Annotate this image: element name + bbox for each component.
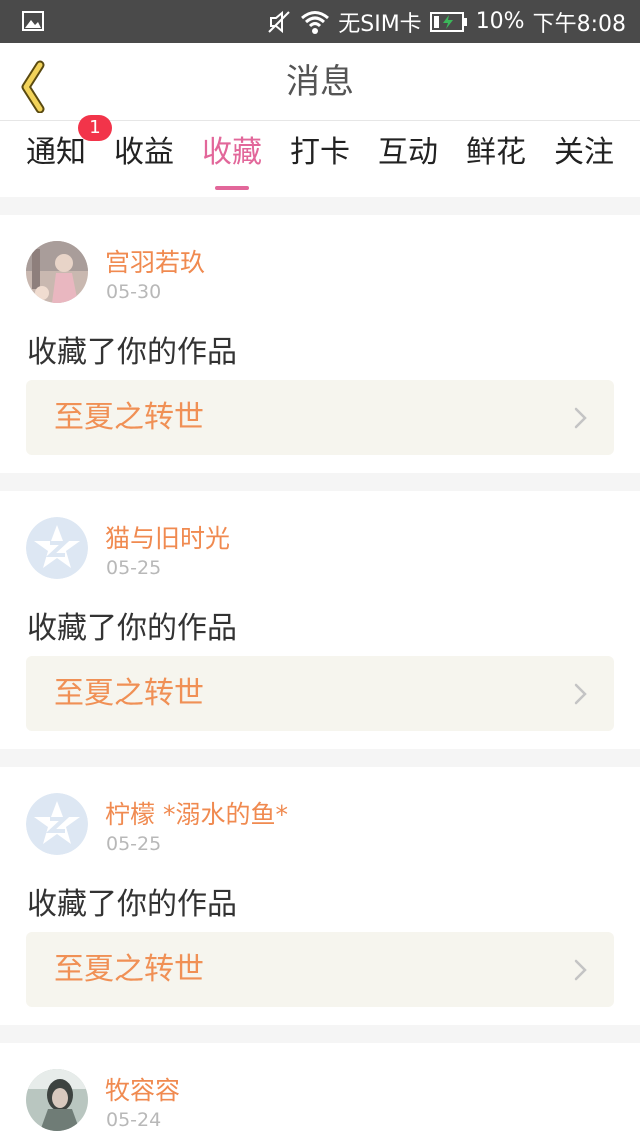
avatar[interactable] [26, 517, 88, 579]
action-text: 收藏了你的作品 [27, 887, 237, 922]
page-title: 消息 [286, 62, 354, 102]
work-link[interactable]: 至夏之转世 [26, 656, 614, 731]
username[interactable]: 猫与旧时光 [105, 519, 230, 555]
message-date: 05-25 [106, 557, 162, 579]
work-title: 至夏之转世 [54, 676, 204, 711]
tab-label: 打卡 [290, 135, 350, 170]
tab-earnings[interactable]: 收益 [100, 131, 188, 187]
sim-status: 无SIM卡 [338, 11, 422, 37]
work-title: 至夏之转世 [54, 952, 204, 987]
status-bar: 无SIM卡 10% 下午8:08 [0, 0, 640, 43]
photo-avatar-icon [26, 241, 88, 303]
work-link[interactable]: 至夏之转世 [26, 932, 614, 1007]
tab-label: 关注 [554, 135, 614, 170]
username[interactable]: 宫羽若玖 [105, 243, 205, 279]
avatar[interactable] [26, 793, 88, 855]
avatar[interactable] [26, 1069, 88, 1131]
message-card: 柠檬 *溺水的鱼* 05-25 收藏了你的作品 至夏之转世 [0, 767, 640, 1025]
gallery-notification-icon [22, 11, 44, 31]
active-tab-indicator [215, 186, 249, 190]
message-date: 05-25 [106, 833, 162, 855]
tab-follows[interactable]: 关注 [540, 131, 628, 187]
tab-label: 互动 [378, 135, 438, 170]
wifi-icon [301, 10, 330, 34]
work-link[interactable]: 至夏之转世 [26, 380, 614, 455]
tab-label: 收藏 [202, 135, 262, 170]
work-title: 至夏之转世 [54, 400, 204, 435]
notification-badge: 1 [78, 115, 112, 141]
action-text: 收藏了你的作品 [27, 335, 237, 370]
username[interactable]: 牧容容 [105, 1071, 180, 1107]
message-card: 猫与旧时光 05-25 收藏了你的作品 至夏之转世 [0, 491, 640, 749]
username[interactable]: 柠檬 *溺水的鱼* [105, 795, 288, 831]
chevron-right-icon [574, 959, 587, 981]
chevron-right-icon [574, 683, 587, 705]
message-date: 05-30 [106, 281, 162, 303]
action-text: 收藏了你的作品 [27, 611, 237, 646]
tab-flowers[interactable]: 鲜花 [452, 131, 540, 187]
message-card: 牧容容 05-24 [0, 1043, 640, 1138]
photo-avatar-icon [26, 1069, 88, 1131]
avatar[interactable] [26, 241, 88, 303]
mute-icon [268, 10, 290, 33]
clock: 下午8:08 [532, 11, 626, 37]
message-card: 宫羽若玖 05-30 收藏了你的作品 至夏之转世 [0, 215, 640, 473]
message-date: 05-24 [106, 1109, 162, 1131]
tab-favorites[interactable]: 收藏 [188, 131, 276, 190]
tab-label: 收益 [114, 135, 174, 170]
default-avatar-icon [26, 517, 88, 579]
battery-percent: 10% [475, 9, 525, 34]
tab-interaction[interactable]: 互动 [364, 131, 452, 187]
tab-checkin[interactable]: 打卡 [276, 131, 364, 187]
battery-charging-icon [429, 11, 467, 32]
tab-label: 鲜花 [466, 135, 526, 170]
tab-label: 通知 [26, 135, 86, 170]
header-bar: 消息 [0, 43, 640, 121]
chevron-right-icon [574, 407, 587, 429]
default-avatar-icon [26, 793, 88, 855]
